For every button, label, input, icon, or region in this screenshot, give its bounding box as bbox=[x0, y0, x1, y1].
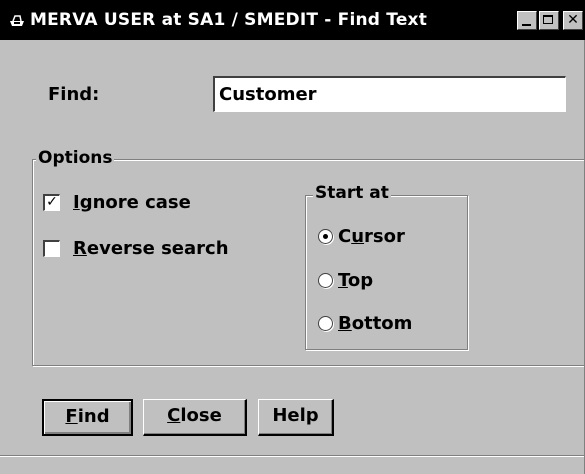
window-title: MERVA USER at SA1 / SMEDIT - Find Text bbox=[30, 10, 428, 30]
bottom-label[interactable]: Bottom bbox=[338, 313, 412, 334]
cursor-label[interactable]: Cursor bbox=[338, 226, 405, 247]
close-button[interactable]: Close bbox=[143, 399, 247, 436]
find-button[interactable]: Find bbox=[42, 399, 133, 436]
close-window-button[interactable]: ✕ bbox=[563, 11, 583, 30]
radio-selected-icon[interactable] bbox=[318, 229, 333, 244]
start-at-legend: Start at bbox=[313, 183, 391, 203]
find-text-dialog: MERVA USER at SA1 / SMEDIT - Find Text ✕… bbox=[0, 0, 585, 474]
close-icon: ✕ bbox=[567, 12, 579, 28]
find-label: Find: bbox=[48, 84, 100, 105]
top-label[interactable]: Top bbox=[338, 270, 373, 291]
reverse-search-label[interactable]: Reverse search bbox=[73, 238, 229, 259]
minimize-button[interactable] bbox=[517, 11, 537, 30]
radio-icon[interactable] bbox=[318, 316, 333, 331]
ignore-case-label[interactable]: Ignore case bbox=[73, 192, 191, 213]
checkbox-icon[interactable] bbox=[43, 240, 60, 257]
options-legend: Options bbox=[36, 148, 115, 168]
maximize-button[interactable] bbox=[539, 11, 559, 30]
check-icon[interactable]: ✓ bbox=[43, 194, 60, 211]
find-input[interactable] bbox=[213, 76, 566, 112]
help-button[interactable]: Help bbox=[258, 399, 334, 436]
bottom-separator bbox=[0, 455, 585, 457]
title-bar[interactable]: MERVA USER at SA1 / SMEDIT - Find Text ✕ bbox=[0, 0, 585, 40]
radio-icon[interactable] bbox=[318, 273, 333, 288]
window-app-icon[interactable] bbox=[8, 12, 26, 28]
